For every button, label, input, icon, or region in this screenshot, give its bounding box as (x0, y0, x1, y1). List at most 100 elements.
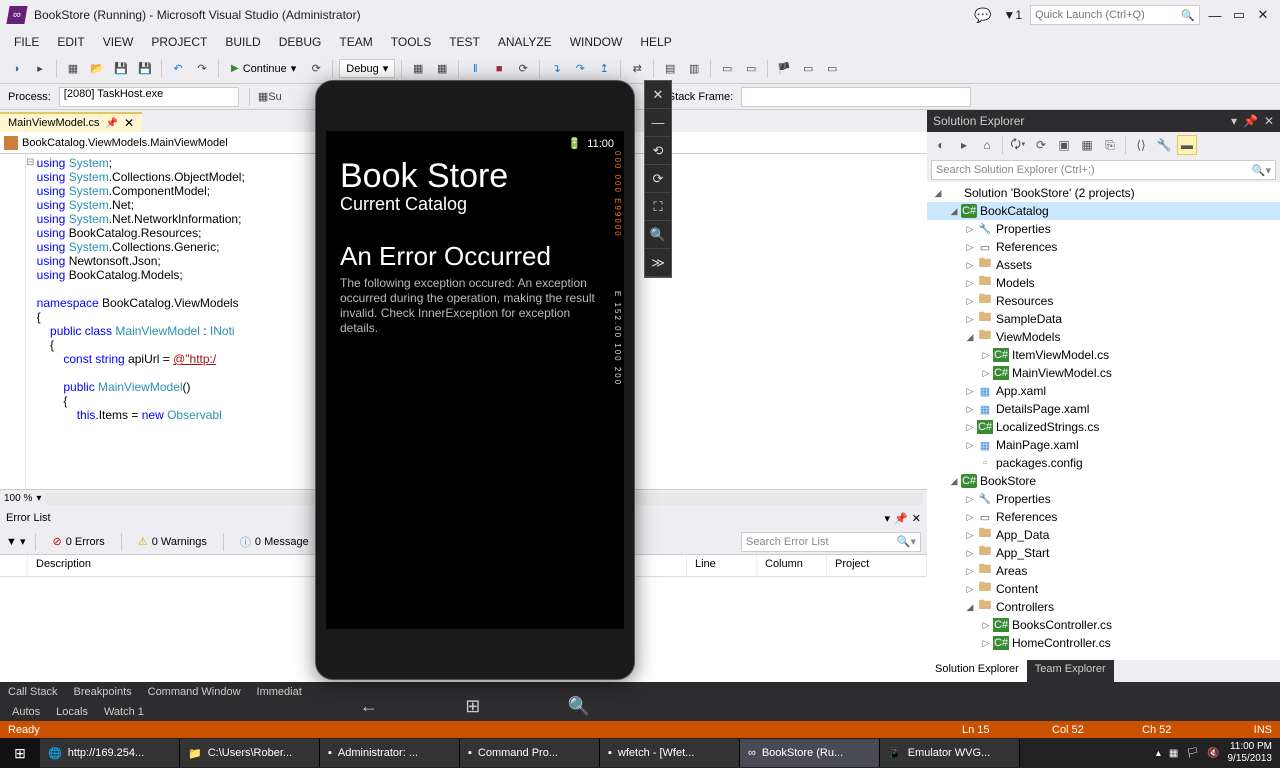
se-showall-icon[interactable]: ▦ (1077, 135, 1097, 155)
tb-icon-9[interactable]: ▭ (798, 59, 818, 79)
taskbar-item[interactable]: 📱Emulator WVG... (880, 739, 1020, 767)
menu-debug[interactable]: DEBUG (271, 32, 330, 52)
tb-icon-10[interactable]: ▭ (822, 59, 842, 79)
col-column[interactable]: Column (757, 555, 827, 576)
se-pin-icon[interactable]: 📌 (1243, 114, 1258, 128)
em-close-icon[interactable]: ✕ (645, 81, 671, 109)
menu-tools[interactable]: TOOLS (383, 32, 439, 52)
col-project[interactable]: Project (827, 555, 927, 576)
tree-node[interactable]: ▷C#BooksController.cs (927, 616, 1280, 634)
system-tray[interactable]: ▴ ▦ 🏳 🔇 11:00 PM 9/15/2013 (1148, 741, 1280, 765)
tray-up-icon[interactable]: ▴ (1156, 748, 1161, 759)
tab-close-icon[interactable]: ✕ (124, 116, 134, 130)
step-over-button[interactable]: ↷ (570, 59, 590, 79)
em-minimize-icon[interactable]: — (645, 109, 671, 137)
se-refresh-icon[interactable]: ⟳ (1031, 135, 1051, 155)
fold-indicator[interactable]: ⊟ (26, 156, 34, 170)
col-line[interactable]: Line (687, 555, 757, 576)
stop-button[interactable]: ■ (489, 59, 509, 79)
step-out-button[interactable]: ↥ (594, 59, 614, 79)
tb-icon-5[interactable]: ▥ (684, 59, 704, 79)
menu-project[interactable]: PROJECT (143, 32, 215, 52)
taskbar-item[interactable]: 📁C:\Users\Rober... (180, 739, 320, 767)
se-sync-icon[interactable]: 🗘▾ (1008, 135, 1028, 155)
taskbar-item[interactable]: 🌐http://169.254... (40, 739, 180, 767)
tab-immediate[interactable]: Immediat (249, 683, 310, 701)
em-rotate-left-icon[interactable]: ⟲ (645, 137, 671, 165)
tree-node[interactable]: ▷C#LocalizedStrings.cs (927, 418, 1280, 436)
pane-dropdown-icon[interactable]: ▾ (885, 512, 891, 525)
menu-file[interactable]: FILE (6, 32, 47, 52)
undo-button[interactable]: ↶ (168, 59, 188, 79)
em-rotate-right-icon[interactable]: ⟳ (645, 165, 671, 193)
tab-call-stack[interactable]: Call Stack (0, 683, 66, 701)
se-collapse-icon[interactable]: ▣ (1054, 135, 1074, 155)
close-button[interactable]: ✕ (1254, 6, 1272, 24)
filter-icon[interactable]: ▼ ▾ (6, 535, 25, 548)
config-dropdown[interactable]: Debug ▾ (339, 59, 395, 78)
tree-node[interactable]: ▷DetailsPage.xaml (927, 400, 1280, 418)
process-dropdown[interactable]: [2080] TaskHost.exe (59, 87, 239, 107)
pin-icon[interactable]: 📌 (106, 118, 118, 129)
em-zoom-icon[interactable]: 🔍 (645, 221, 671, 249)
new-project-button[interactable]: ▦ (63, 59, 83, 79)
restore-button[interactable]: ▭ (1230, 6, 1248, 24)
tab-locals[interactable]: Locals (48, 704, 96, 720)
minimize-button[interactable]: — (1206, 6, 1224, 24)
save-button[interactable]: 💾 (111, 59, 131, 79)
tree-node[interactable]: packages.config (927, 454, 1280, 472)
tb-icon-4[interactable]: ▤ (660, 59, 680, 79)
redo-button[interactable]: ↷ (192, 59, 212, 79)
suspend-button[interactable]: ▦ Su (260, 87, 280, 107)
tab-autos[interactable]: Autos (4, 704, 48, 720)
tree-node[interactable]: ▷Properties (927, 490, 1280, 508)
warnings-filter[interactable]: ⚠0 Warnings (132, 533, 213, 550)
tree-node[interactable]: ▷C#MainViewModel.cs (927, 364, 1280, 382)
tree-node[interactable]: ◢C#BookStore (927, 472, 1280, 490)
tree-node[interactable]: ▷App.xaml (927, 382, 1280, 400)
phone-start-button[interactable]: ⊞ (465, 696, 480, 717)
tree-node[interactable]: ◢C#BookCatalog (927, 202, 1280, 220)
em-more-icon[interactable]: ≫ (645, 249, 671, 277)
editor-tab-mainviewmodel[interactable]: MainViewModel.cs 📌 ✕ (0, 112, 142, 132)
tb-icon-2[interactable]: ▦ (432, 59, 452, 79)
phone-emulator[interactable]: 🔋11:00 Book Store Current Catalog An Err… (315, 80, 635, 680)
nav-back-button[interactable]: ◑ (6, 59, 26, 79)
tree-node[interactable]: ◢ViewModels (927, 328, 1280, 346)
pane-pin-icon[interactable]: 📌 (894, 512, 908, 525)
quick-launch-input[interactable]: Quick Launch (Ctrl+Q)🔍 (1030, 5, 1200, 25)
se-tree[interactable]: ◢Solution 'BookStore' (2 projects)◢C#Boo… (927, 182, 1280, 660)
tb-icon-1[interactable]: ▦ (408, 59, 428, 79)
tree-node[interactable]: ◢Solution 'BookStore' (2 projects) (927, 184, 1280, 202)
se-search-input[interactable]: Search Solution Explorer (Ctrl+;)🔍▾ (931, 160, 1276, 180)
tree-node[interactable]: ▷C#HomeController.cs (927, 634, 1280, 652)
menu-test[interactable]: TEST (441, 32, 488, 52)
tray-vol-icon[interactable]: 🔇 (1207, 748, 1219, 759)
tree-node[interactable]: ▷C#ItemViewModel.cs (927, 346, 1280, 364)
menu-team[interactable]: TEAM (331, 32, 380, 52)
open-file-button[interactable]: 📂 (87, 59, 107, 79)
restart-button[interactable]: ⟳ (306, 59, 326, 79)
se-close-icon[interactable]: ✕ (1264, 114, 1274, 128)
errors-filter[interactable]: ⊘0 Errors (46, 533, 110, 550)
se-copy-icon[interactable]: ⎘ (1100, 135, 1120, 155)
se-preview-icon[interactable]: ▬ (1177, 135, 1197, 155)
se-back-icon[interactable]: ◐ (931, 135, 951, 155)
tb-icon-8[interactable]: 🏴 (774, 59, 794, 79)
tab-breakpoints[interactable]: Breakpoints (66, 683, 140, 701)
tray-net-icon[interactable]: ▦ (1169, 748, 1178, 759)
save-all-button[interactable]: 💾 (135, 59, 155, 79)
continue-button[interactable]: Continue ▾ (225, 60, 302, 77)
taskbar-item[interactable]: ▪Command Pro... (460, 739, 600, 767)
tb-icon-3[interactable]: ⇄ (627, 59, 647, 79)
tray-flag-icon[interactable]: 🏳 (1186, 748, 1199, 759)
menu-help[interactable]: HELP (632, 32, 679, 52)
tree-node[interactable]: ◢Controllers (927, 598, 1280, 616)
taskbar-item[interactable]: ▪Administrator: ... (320, 739, 460, 767)
taskbar-item[interactable]: ▪wfetch - [Wfet... (600, 739, 740, 767)
menu-build[interactable]: BUILD (217, 32, 268, 52)
clock[interactable]: 11:00 PM 9/15/2013 (1228, 741, 1273, 765)
error-search-input[interactable]: Search Error List🔍▾ (741, 532, 921, 552)
se-home-icon[interactable]: ⌂ (977, 135, 997, 155)
tab-team-explorer[interactable]: Team Explorer (1027, 660, 1114, 682)
